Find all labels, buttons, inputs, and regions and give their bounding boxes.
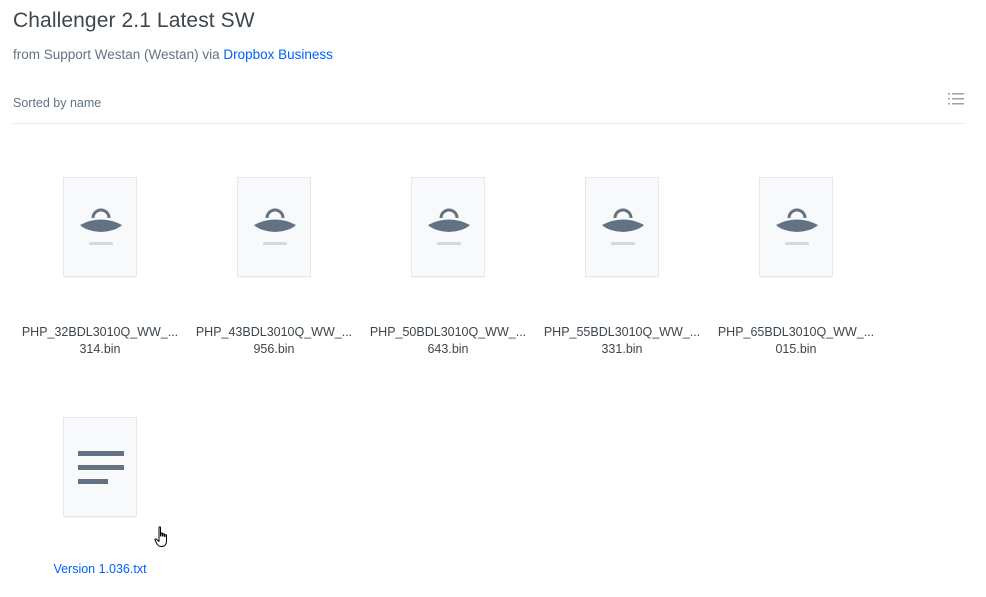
header-divider [13,123,965,124]
dropbox-business-link[interactable]: Dropbox Business [223,47,333,62]
binary-file-icon [80,208,122,245]
file-thumbnail [759,177,833,277]
file-name-line1: PHP_65BDL3010Q_WW_... [717,325,875,339]
binary-file-icon [254,208,296,245]
file-tile[interactable]: PHP_55BDL3010Q_WW_... 331.bin [535,177,709,377]
file-name[interactable]: Version 1.036.txt [13,561,187,578]
file-name-line1: Version 1.036.txt [53,562,147,576]
file-name-line2: 314.bin [79,342,121,356]
file-tile[interactable]: PHP_65BDL3010Q_WW_... 015.bin [709,177,883,377]
file-name[interactable]: PHP_65BDL3010Q_WW_... 015.bin [709,324,883,358]
file-thumbnail [63,417,137,517]
file-name[interactable]: PHP_55BDL3010Q_WW_... 331.bin [535,324,709,358]
hand-cursor-icon [154,526,172,553]
file-name-line1: PHP_32BDL3010Q_WW_... [21,325,179,339]
file-name-line2: 331.bin [601,342,643,356]
shared-by-text: from Support Westan (Westan) via [13,47,224,62]
file-name[interactable]: PHP_32BDL3010Q_WW_... 314.bin [13,324,187,358]
page-title: Challenger 2.1 Latest SW [13,9,255,32]
file-name-line1: PHP_43BDL3010Q_WW_... [195,325,353,339]
file-name-line1: PHP_55BDL3010Q_WW_... [543,325,701,339]
file-tile[interactable]: PHP_32BDL3010Q_WW_... 314.bin [13,177,187,377]
file-thumbnail [237,177,311,277]
file-name-line2: 956.bin [253,342,295,356]
list-view-icon[interactable] [948,92,964,106]
file-thumbnail [585,177,659,277]
file-thumbnail [411,177,485,277]
file-name-line1: PHP_50BDL3010Q_WW_... [369,325,527,339]
binary-file-icon [602,208,644,245]
file-thumbnail [63,177,137,277]
text-file-icon [78,451,124,484]
file-tile[interactable]: PHP_43BDL3010Q_WW_... 956.bin [187,177,361,377]
file-name-line2: 643.bin [427,342,469,356]
binary-file-icon [428,208,470,245]
file-name-line2: 015.bin [775,342,817,356]
file-name[interactable]: PHP_50BDL3010Q_WW_... 643.bin [361,324,535,358]
file-name[interactable]: PHP_43BDL3010Q_WW_... 956.bin [187,324,361,358]
file-tile[interactable]: PHP_50BDL3010Q_WW_... 643.bin [361,177,535,377]
sort-label[interactable]: Sorted by name [13,96,101,110]
binary-file-icon [776,208,818,245]
shared-by-line: from Support Westan (Westan) via Dropbox… [13,47,333,62]
file-tile[interactable]: Version 1.036.txt [13,417,187,597]
shared-folder-page: Challenger 2.1 Latest SW from Support We… [0,0,986,597]
